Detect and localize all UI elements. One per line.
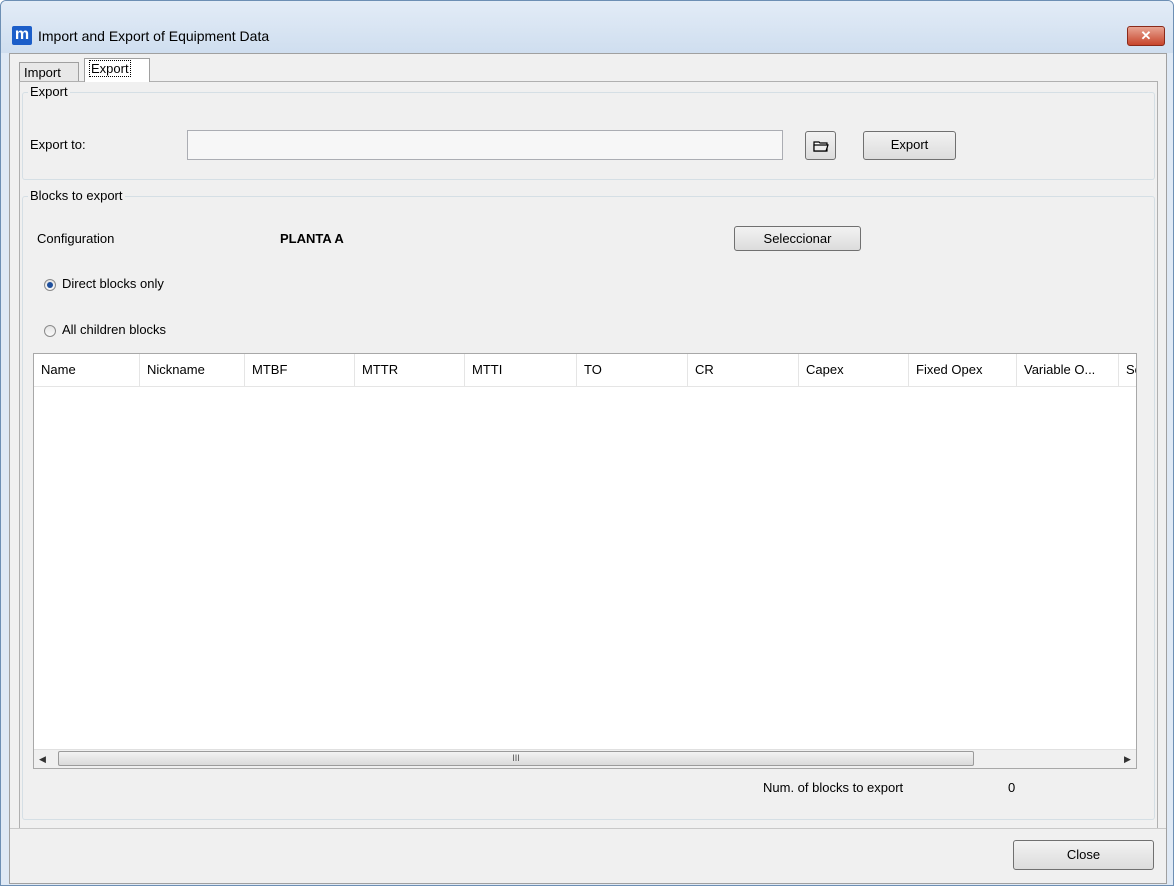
export-button[interactable]: Export xyxy=(863,131,956,160)
direct-blocks-radio[interactable] xyxy=(44,279,56,291)
column-header-to[interactable]: TO xyxy=(577,354,688,386)
horizontal-scrollbar[interactable]: ◀ III ▶ xyxy=(34,749,1136,768)
export-to-label: Export to: xyxy=(30,137,86,152)
scroll-thumb[interactable]: III xyxy=(58,751,974,766)
column-header-sc[interactable]: Sc xyxy=(1119,354,1136,386)
folder-icon xyxy=(812,140,829,152)
close-button[interactable]: Close xyxy=(1013,840,1154,870)
blocks-count-label: Num. of blocks to export xyxy=(763,780,904,795)
blocks-table[interactable]: Name Nickname MTBF MTTR MTTI TO CR Capex… xyxy=(33,353,1137,769)
browse-button[interactable] xyxy=(805,131,836,160)
dialog-window: m Import and Export of Equipment Data ✕ … xyxy=(0,0,1174,886)
tab-export[interactable]: Export xyxy=(84,58,150,82)
scroll-left-arrow[interactable]: ◀ xyxy=(34,750,51,768)
column-header-nickname[interactable]: Nickname xyxy=(140,354,245,386)
tab-export-label: Export xyxy=(89,60,131,77)
all-children-label[interactable]: All children blocks xyxy=(62,322,166,337)
tab-import[interactable]: Import xyxy=(19,62,79,81)
select-configuration-button[interactable]: Seleccionar xyxy=(734,226,861,251)
footer-divider xyxy=(10,828,1166,829)
export-path-input[interactable] xyxy=(187,130,783,160)
title-bar[interactable]: m Import and Export of Equipment Data ✕ xyxy=(1,1,1173,53)
configuration-label: Configuration xyxy=(37,231,115,246)
direct-blocks-label[interactable]: Direct blocks only xyxy=(62,276,164,291)
export-group: Export Export to: Export xyxy=(22,84,1155,180)
column-header-capex[interactable]: Capex xyxy=(799,354,909,386)
column-header-mttr[interactable]: MTTR xyxy=(355,354,465,386)
blocks-group-title: Blocks to export xyxy=(28,188,125,203)
scroll-right-arrow[interactable]: ▶ xyxy=(1119,750,1136,768)
column-header-fixed-opex[interactable]: Fixed Opex xyxy=(909,354,1017,386)
column-header-mtbf[interactable]: MTBF xyxy=(245,354,355,386)
column-header-cr[interactable]: CR xyxy=(688,354,799,386)
export-tab-panel: Export Export to: Export Blocks to expor… xyxy=(19,81,1158,829)
dialog-body: Import Export Export Export to: Export B… xyxy=(9,53,1167,884)
blocks-count-value: 0 xyxy=(1008,780,1016,795)
window-close-button[interactable]: ✕ xyxy=(1127,26,1165,46)
configuration-value: PLANTA A xyxy=(280,231,344,246)
column-header-variable-opex[interactable]: Variable O... xyxy=(1017,354,1119,386)
window-title: Import and Export of Equipment Data xyxy=(38,28,270,44)
export-group-title: Export xyxy=(28,84,70,99)
column-header-mtti[interactable]: MTTI xyxy=(465,354,577,386)
all-children-radio[interactable] xyxy=(44,325,56,337)
table-header: Name Nickname MTBF MTTR MTTI TO CR Capex… xyxy=(34,354,1136,387)
app-logo-icon: m xyxy=(12,26,32,45)
column-header-name[interactable]: Name xyxy=(34,354,140,386)
